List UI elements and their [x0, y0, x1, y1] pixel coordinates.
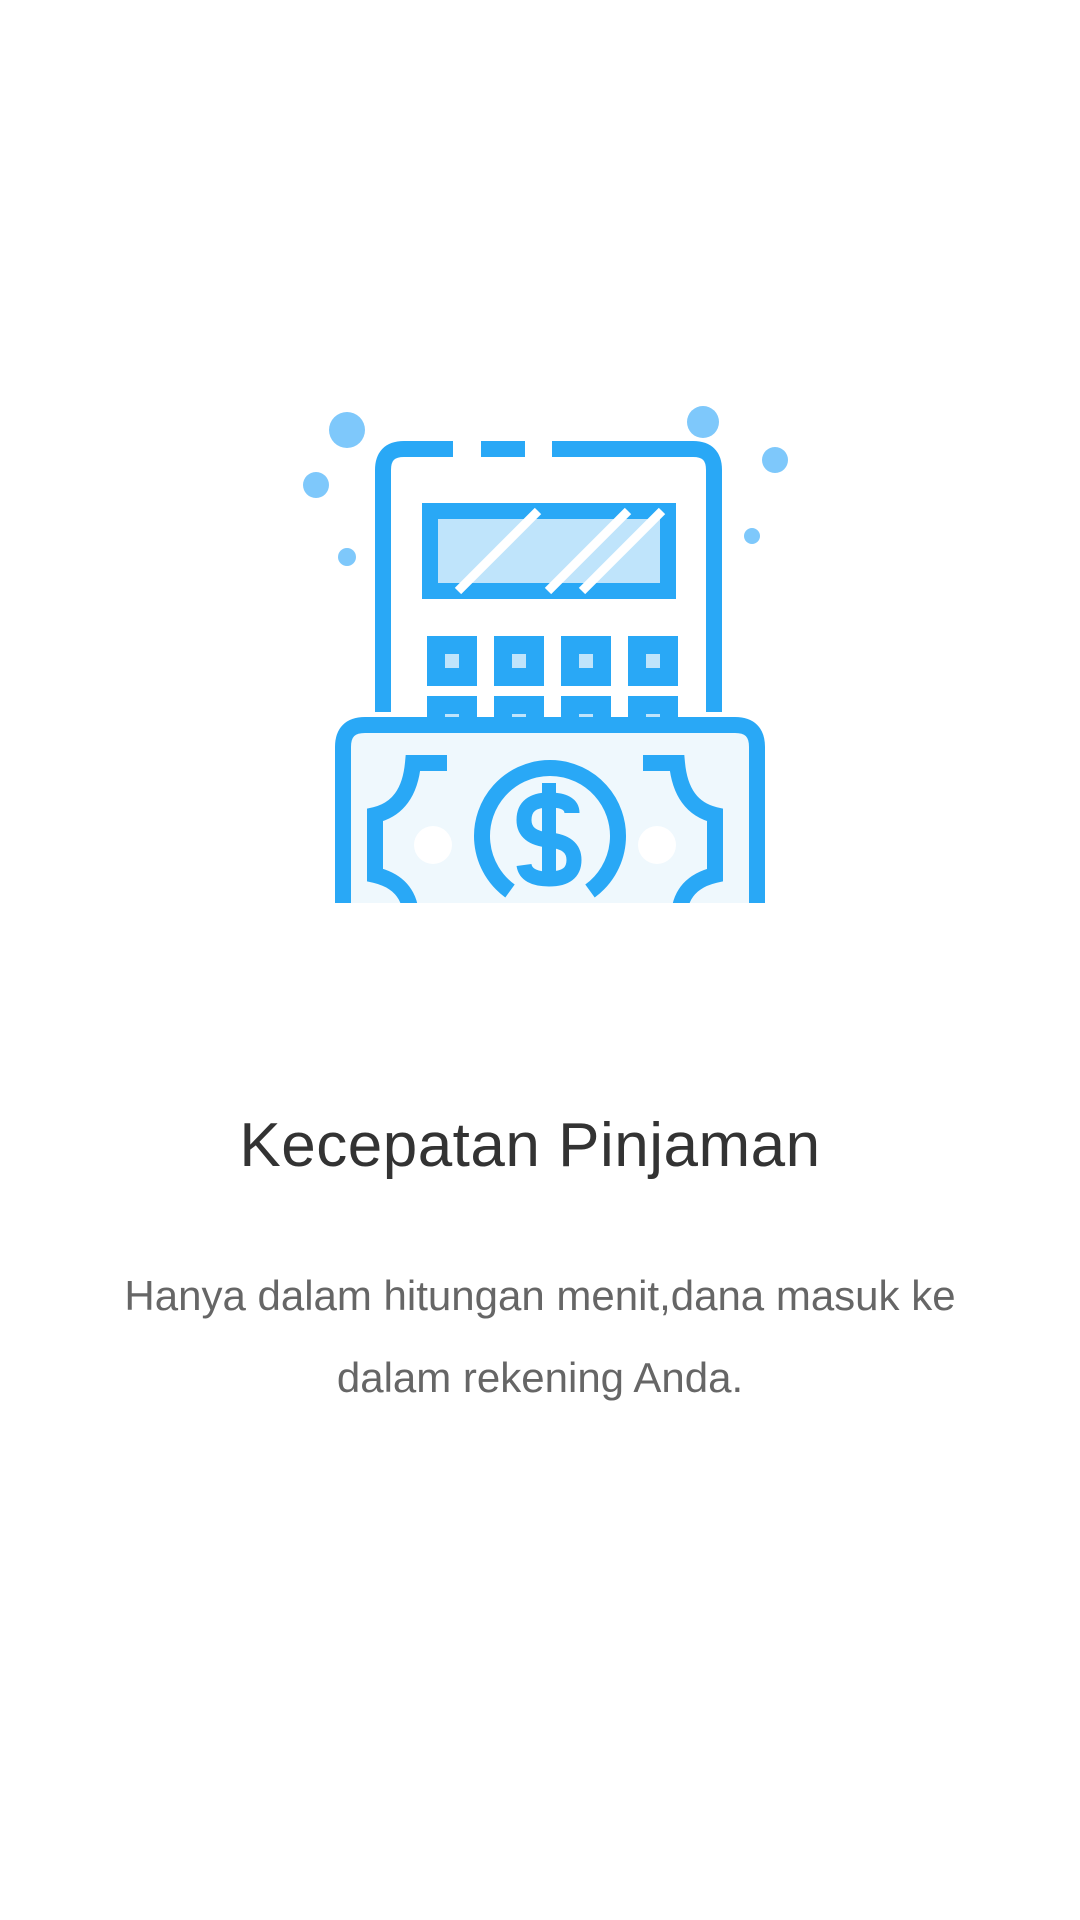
onboarding-description: Hanya dalam hitungan menit,dana masuk ke… [124, 1272, 956, 1401]
onboarding-screen: Kecepatan Pinjaman Hanya dalam hitungan … [0, 0, 1080, 1920]
decor-dot-icon [762, 447, 788, 473]
decor-dot-icon [744, 528, 760, 544]
decor-dot-icon [338, 548, 356, 566]
decor-dot-icon [303, 472, 329, 498]
calculator-money-illustration [290, 395, 790, 905]
decor-dot-icon [329, 412, 365, 448]
decor-dot-icon [687, 406, 719, 438]
onboarding-title: Kecepatan Pinjaman [239, 1111, 821, 1180]
calculator-money-icon [290, 406, 790, 905]
